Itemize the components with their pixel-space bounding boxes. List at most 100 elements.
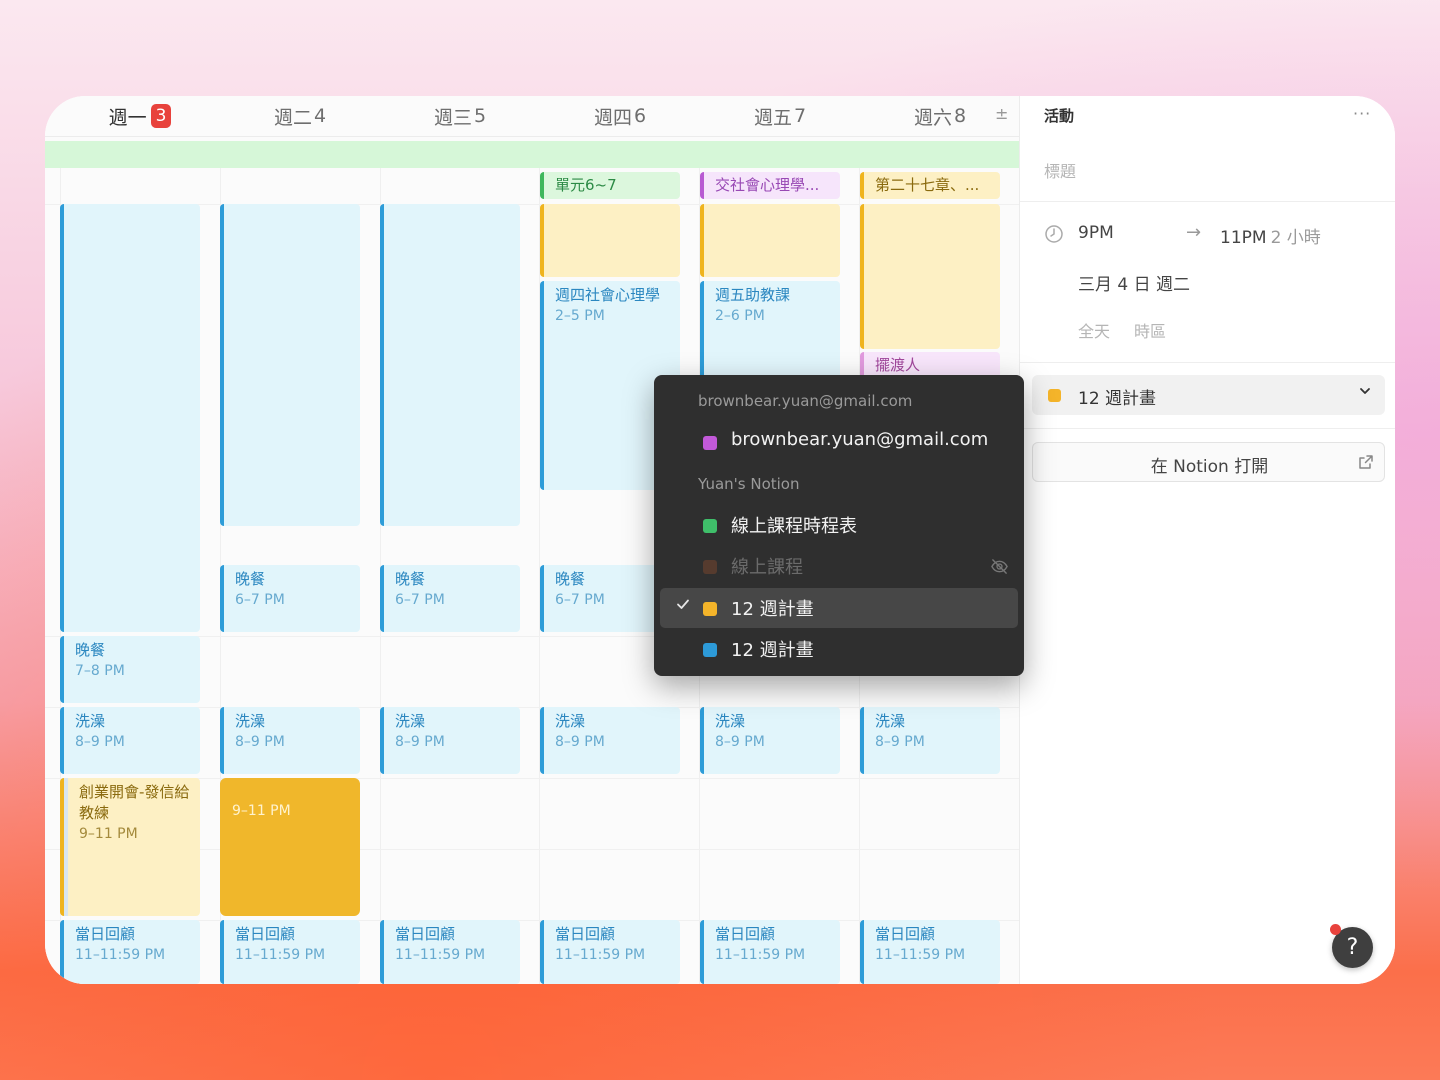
event-time: 9–11 PM bbox=[79, 826, 138, 842]
dropdown-item[interactable]: 線上課程 bbox=[660, 546, 1018, 586]
day-name: 週一 bbox=[108, 106, 147, 129]
calendar-event[interactable]: 當日回顧 11–11:59 PM bbox=[60, 920, 200, 984]
calendar-event[interactable]: 洗澡 8–9 PM bbox=[220, 707, 360, 774]
duration: 2 小時 bbox=[1270, 228, 1321, 248]
event-title: 洗澡 bbox=[75, 712, 106, 730]
event-title: 當日回顧 bbox=[395, 925, 456, 943]
day-header-wed[interactable]: 週三 5 bbox=[380, 96, 540, 136]
dropdown-item[interactable]: 線上課程時程表 bbox=[660, 505, 1018, 545]
event-title: 晚餐 bbox=[75, 641, 106, 659]
all-day-toggle[interactable]: 全天 bbox=[1078, 318, 1110, 342]
dropdown-item[interactable]: 12 週計畫 bbox=[660, 629, 1018, 669]
more-options-button[interactable]: ··· bbox=[1353, 104, 1371, 123]
selected-event[interactable]: 9–11 PM bbox=[220, 778, 360, 916]
day-name: 週五 bbox=[753, 106, 792, 129]
end-time[interactable]: 11PM 2 小時 bbox=[1220, 223, 1321, 248]
event-date[interactable]: 三月 4 日 週二 bbox=[1078, 270, 1190, 295]
divider bbox=[1020, 201, 1395, 202]
eye-off-icon[interactable] bbox=[990, 557, 1009, 576]
open-in-notion-button[interactable]: 在 Notion 打開 bbox=[1032, 442, 1385, 482]
event-title: 創業開會-發信給教練 bbox=[79, 783, 190, 822]
event-title: 當日回顧 bbox=[875, 925, 936, 943]
calendar-event[interactable] bbox=[220, 204, 360, 526]
calendar-dropdown: brownbear.yuan@gmail.com brownbear.yuan@… bbox=[654, 375, 1024, 676]
event-time: 8–9 PM bbox=[555, 734, 605, 750]
calendar-event[interactable]: 當日回顧 11–11:59 PM bbox=[860, 920, 1000, 984]
day-header-fri[interactable]: 週五 7 bbox=[700, 96, 860, 136]
calendar-event[interactable]: 當日回顧 11–11:59 PM bbox=[220, 920, 360, 984]
dropdown-item-label: brownbear.yuan@gmail.com bbox=[731, 429, 989, 450]
divider bbox=[1020, 362, 1395, 363]
expand-allday-toggle[interactable]: ± bbox=[995, 104, 1008, 123]
event-title: 第二十七章、... bbox=[875, 176, 980, 194]
event-title: 晚餐 bbox=[235, 570, 266, 588]
calendar-event[interactable] bbox=[700, 204, 840, 277]
today-badge: 3 bbox=[150, 104, 172, 128]
event-time: 2–6 PM bbox=[715, 308, 765, 324]
notification-dot bbox=[1330, 924, 1341, 935]
calendar-event[interactable]: 創業開會-發信給教練 9–11 PM bbox=[60, 778, 200, 916]
calendar-event[interactable] bbox=[60, 204, 200, 632]
calendar-color-dot bbox=[703, 643, 717, 657]
dropdown-item-label: 線上課程時程表 bbox=[731, 516, 857, 537]
panel-title: 活動 bbox=[1044, 107, 1075, 125]
calendar-event[interactable]: 晚餐 6–7 PM bbox=[380, 565, 520, 632]
event-time: 8–9 PM bbox=[395, 734, 445, 750]
calendar-event[interactable]: 洗澡 8–9 PM bbox=[380, 707, 520, 774]
divider bbox=[1020, 428, 1395, 429]
calendar-select-label: 12 週計畫 bbox=[1078, 389, 1157, 409]
event-title: 週四社會心理學 bbox=[555, 286, 661, 304]
allday-event[interactable]: 單元6~7 bbox=[540, 172, 680, 199]
day-name: 週六 bbox=[913, 106, 952, 129]
calendar-event[interactable]: 晚餐 6–7 PM bbox=[220, 565, 360, 632]
event-title: 擺渡人 bbox=[875, 356, 921, 374]
calendar-event[interactable]: 洗澡 8–9 PM bbox=[700, 707, 840, 774]
event-time: 11–11:59 PM bbox=[875, 947, 966, 963]
calendar-select[interactable]: 12 週計畫 bbox=[1032, 375, 1385, 415]
calendar-event[interactable]: 當日回顧 11–11:59 PM bbox=[700, 920, 840, 984]
calendar-event[interactable]: 當日回顧 11–11:59 PM bbox=[380, 920, 520, 984]
day-number: 6 bbox=[633, 105, 647, 127]
chevron-down-icon bbox=[1360, 388, 1370, 394]
calendar-color-dot bbox=[703, 560, 717, 574]
event-title: 單元6~7 bbox=[555, 176, 617, 194]
calendar-color-dot bbox=[703, 519, 717, 533]
calendar-event[interactable] bbox=[380, 204, 520, 526]
dropdown-item-selected[interactable]: 12 週計畫 bbox=[660, 588, 1018, 628]
header-divider bbox=[45, 136, 1019, 137]
allday-event[interactable]: 第二十七章、... bbox=[860, 172, 1000, 199]
dropdown-item-label: 線上課程 bbox=[731, 557, 803, 578]
calendar-event[interactable]: 洗澡 8–9 PM bbox=[860, 707, 1000, 774]
dropdown-item-label: 12 週計畫 bbox=[731, 640, 814, 661]
day-header-thu[interactable]: 週四 6 bbox=[540, 96, 700, 136]
dropdown-section-google: brownbear.yuan@gmail.com bbox=[698, 392, 913, 410]
timezone-button[interactable]: 時區 bbox=[1134, 318, 1166, 342]
event-title: 洗澡 bbox=[235, 712, 266, 730]
calendar-color-dot bbox=[703, 602, 717, 616]
calendar-event[interactable]: 當日回顧 11–11:59 PM bbox=[540, 920, 680, 984]
dropdown-item[interactable]: brownbear.yuan@gmail.com bbox=[660, 422, 1018, 462]
allday-event[interactable]: 交社會心理學... bbox=[700, 172, 840, 199]
calendar-event[interactable]: 晚餐 7–8 PM bbox=[60, 636, 200, 703]
event-title: 當日回顧 bbox=[555, 925, 616, 943]
calendar-event[interactable] bbox=[860, 204, 1000, 349]
start-time[interactable]: 9PM bbox=[1078, 223, 1114, 243]
day-header-tue[interactable]: 週二 4 bbox=[220, 96, 380, 136]
external-link-icon bbox=[1359, 455, 1373, 469]
calendar-event[interactable]: 洗澡 8–9 PM bbox=[60, 707, 200, 774]
calendar-event[interactable]: 洗澡 8–9 PM bbox=[540, 707, 680, 774]
end-time-value: 11PM bbox=[1220, 228, 1267, 248]
event-time: 11–11:59 PM bbox=[715, 947, 806, 963]
event-title: 晚餐 bbox=[395, 570, 426, 588]
event-title: 週五助教課 bbox=[715, 286, 791, 304]
event-title: 洗澡 bbox=[715, 712, 746, 730]
event-time: 8–9 PM bbox=[875, 734, 925, 750]
day-header-mon[interactable]: 週一 3 bbox=[60, 96, 220, 136]
event-title-input[interactable]: 標題 bbox=[1044, 158, 1076, 182]
event-time: 11–11:59 PM bbox=[75, 947, 166, 963]
calendar-event[interactable] bbox=[540, 204, 680, 277]
open-in-notion-label: 在 Notion 打開 bbox=[1150, 457, 1269, 477]
event-time: 11–11:59 PM bbox=[235, 947, 326, 963]
event-title: 當日回顧 bbox=[715, 925, 776, 943]
checkmark-icon bbox=[677, 599, 689, 609]
